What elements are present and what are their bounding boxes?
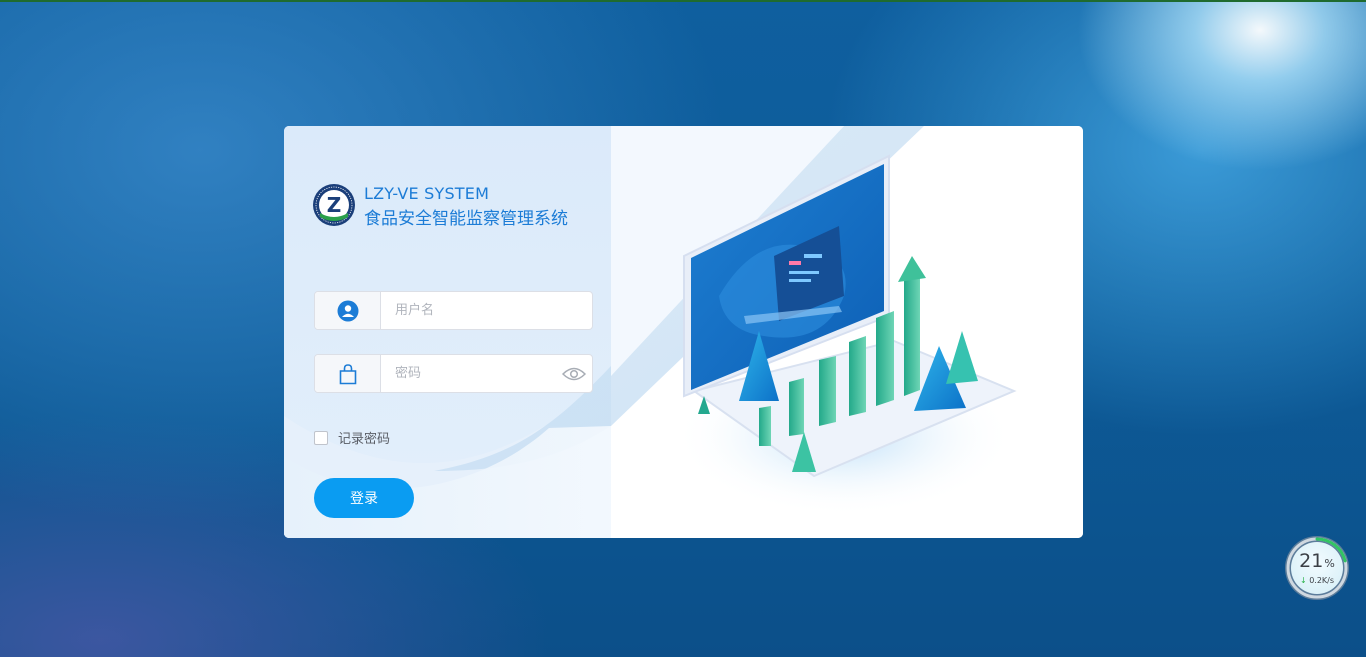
remember-label: 记录密码 [338, 432, 391, 447]
cpu-percent-unit: % [1324, 557, 1335, 570]
show-password-toggle[interactable] [560, 355, 588, 392]
download-arrow-icon: ↓ [1299, 576, 1307, 585]
password-field [314, 354, 593, 393]
password-input[interactable] [381, 355, 560, 392]
login-button[interactable]: 登录 [314, 478, 414, 518]
username-field [314, 291, 593, 330]
user-icon [337, 300, 358, 321]
logo-letter: Z [327, 193, 342, 217]
network-speed-widget[interactable]: 21% ↓ 0.2K/s [1285, 536, 1349, 600]
laptop-chart-illustration [674, 154, 1017, 516]
network-rate-value: 0.2K/s [1309, 576, 1335, 585]
remember-checkbox[interactable] [314, 430, 328, 445]
username-prefix [315, 292, 381, 329]
speed-readout: 21% ↓ 0.2K/s [1291, 542, 1343, 594]
eye-icon [562, 367, 586, 380]
network-rate: ↓ 0.2K/s [1300, 576, 1334, 585]
login-card: Z LZY-VE SYSTEM 食品安全智能监察管理系统 用户名 记录密码 登录 [284, 126, 1083, 538]
cpu-percent: 21% [1299, 551, 1335, 574]
username-input[interactable] [381, 292, 592, 329]
password-prefix [315, 355, 381, 392]
logo-icon: Z [313, 184, 355, 226]
bag-lock-icon [339, 363, 356, 384]
remember-password[interactable]: 记录密码 [314, 428, 390, 447]
brand-title: LZY-VE SYSTEM [364, 184, 490, 203]
brand-subtitle: 食品安全智能监察管理系统 [364, 209, 568, 229]
cpu-percent-value: 21 [1299, 550, 1324, 572]
